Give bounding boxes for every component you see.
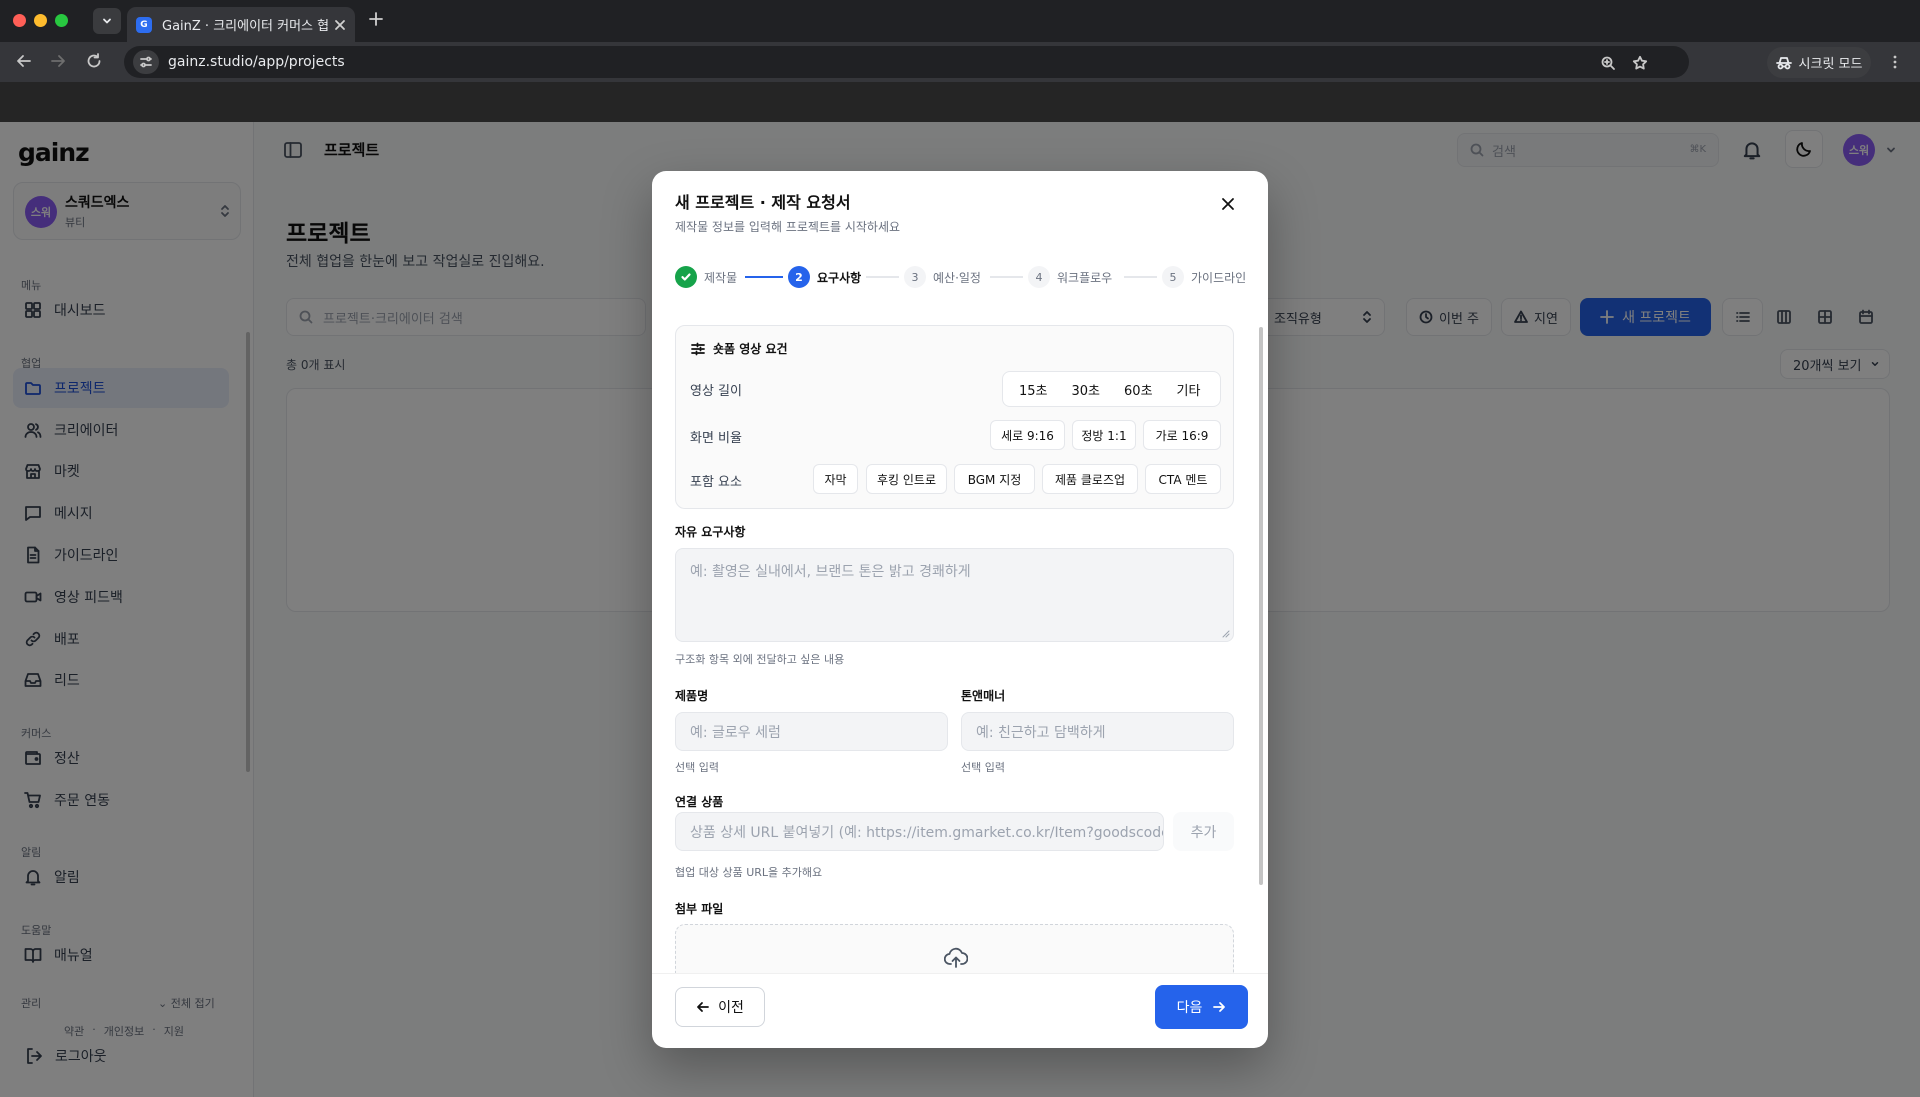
browser-tab-bar: G GainZ · 크리에이터 커머스 협업 O (0, 0, 1920, 42)
back-arrow-icon[interactable] (15, 52, 33, 70)
url-text: gainz.studio/app/projects (168, 54, 345, 70)
close-icon[interactable] (1220, 196, 1236, 212)
element-option-cta[interactable]: CTA 멘트 (1145, 464, 1221, 494)
modal-body: 숏폼 영상 요건 영상 길이 15초 30초 60초 기타 화면 비율 세로 9… (652, 323, 1268, 973)
element-option-hook-intro[interactable]: 후킹 인트로 (866, 464, 947, 494)
tone-placeholder: 예: 친근하고 담백하게 (976, 724, 1106, 741)
length-option-30s[interactable]: 30초 (1060, 380, 1113, 399)
step-4[interactable]: 4 워크플로우 (1028, 266, 1112, 288)
prev-label: 이전 (718, 1000, 744, 1016)
cloud-upload-icon (944, 947, 968, 968)
check-icon (675, 266, 697, 288)
tab-search-dropdown[interactable] (93, 8, 121, 34)
step-number: 4 (1028, 266, 1050, 288)
included-elements-label: 포함 요소 (690, 475, 742, 490)
step-connector (990, 276, 1023, 278)
site-info-icon[interactable] (133, 50, 159, 74)
tone-help: 선택 입력 (961, 761, 1005, 774)
sliders-icon (691, 342, 705, 355)
step-1[interactable]: 제작물 (675, 266, 737, 288)
length-option-60s[interactable]: 60초 (1112, 380, 1165, 399)
step-connector (745, 276, 783, 278)
step-label: 가이드라인 (1191, 270, 1247, 285)
linked-product-url-input[interactable]: 상품 상세 URL 붙여넣기 (예: https://item.gmarket.… (675, 812, 1164, 851)
attachments-label: 첨부 파일 (675, 902, 724, 916)
step-label: 워크플로우 (1057, 270, 1113, 285)
ratio-option-vertical[interactable]: 세로 9:16 (990, 420, 1065, 450)
step-number: 5 (1162, 266, 1184, 288)
new-project-modal: 새 프로젝트 · 제작 요청서 제작물 정보를 입력해 프로젝트를 시작하세요 … (652, 171, 1268, 1048)
product-name-placeholder: 예: 글로우 세럼 (690, 724, 781, 741)
shortform-requirements-box: 숏폼 영상 요건 영상 길이 15초 30초 60초 기타 화면 비율 세로 9… (675, 325, 1234, 509)
incognito-label: 시크릿 모드 (1798, 57, 1863, 72)
free-requirements-label: 자유 요구사항 (675, 525, 746, 539)
step-connector (866, 276, 899, 278)
reload-icon[interactable] (85, 52, 103, 70)
step-3[interactable]: 3 예산·일정 (904, 266, 981, 288)
requirements-title-label: 숏폼 영상 요건 (713, 342, 788, 356)
prev-button[interactable]: 이전 (675, 987, 765, 1027)
tab-title: GainZ · 크리에이터 커머스 협업 O (162, 19, 328, 34)
modal-subtitle: 제작물 정보를 입력해 프로젝트를 시작하세요 (675, 220, 901, 234)
add-linked-product-button[interactable]: 추가 (1173, 812, 1234, 851)
ratio-option-square[interactable]: 정방 1:1 (1072, 420, 1136, 450)
next-button[interactable]: 다음 (1155, 985, 1248, 1029)
free-requirements-help: 구조화 항목 외에 전달하고 싶은 내용 (675, 653, 845, 666)
linked-product-placeholder: 상품 상세 URL 붙여넣기 (예: https://item.gmarket.… (690, 824, 1164, 841)
modal-scrollbar[interactable] (1259, 327, 1263, 885)
browser-tab[interactable]: G GainZ · 크리에이터 커머스 협업 O (127, 7, 355, 42)
free-requirements-placeholder: 예: 촬영은 실내에서, 브랜드 톤은 밝고 경쾌하게 (690, 564, 971, 580)
zoom-icon[interactable] (1600, 55, 1616, 71)
modal-footer: 이전 다음 (652, 973, 1268, 1048)
step-number: 3 (904, 266, 926, 288)
window-zoom-button[interactable] (55, 14, 68, 27)
length-option-15s[interactable]: 15초 (1007, 380, 1060, 399)
resize-grip-icon[interactable] (1222, 630, 1230, 638)
address-bar[interactable]: gainz.studio/app/projects (124, 46, 1689, 78)
video-length-segment: 15초 30초 60초 기타 (1002, 371, 1221, 407)
browser-menu-icon[interactable] (1888, 54, 1902, 70)
ratio-option-horizontal[interactable]: 가로 16:9 (1143, 420, 1221, 450)
product-name-input[interactable]: 예: 글로우 세럼 (675, 712, 948, 751)
step-number: 2 (788, 266, 810, 288)
step-connector (1124, 276, 1157, 278)
add-label: 추가 (1190, 824, 1217, 841)
product-name-help: 선택 입력 (675, 761, 719, 774)
step-label: 요구사항 (817, 270, 862, 285)
window-minimize-button[interactable] (34, 14, 47, 27)
browser-toolbar: gainz.studio/app/projects 시크릿 모드 (0, 42, 1920, 82)
next-label: 다음 (1176, 1000, 1203, 1016)
chevron-down-icon (103, 18, 111, 24)
forward-arrow-icon[interactable] (49, 52, 67, 70)
file-dropzone[interactable] (675, 924, 1234, 973)
step-label: 제작물 (704, 270, 738, 285)
favicon: G (136, 16, 152, 33)
modal-title: 새 프로젝트 · 제작 요청서 (675, 193, 851, 212)
length-option-other[interactable]: 기타 (1165, 380, 1213, 399)
video-length-label: 영상 길이 (690, 384, 742, 399)
linked-product-help: 협업 대상 상품 URL을 추가해요 (675, 866, 823, 879)
tone-input[interactable]: 예: 친근하고 담백하게 (961, 712, 1234, 751)
element-option-subtitle[interactable]: 자막 (813, 464, 858, 494)
product-name-label: 제품명 (675, 689, 709, 703)
close-icon[interactable] (334, 19, 346, 31)
window-close-button[interactable] (13, 14, 26, 27)
tone-label: 톤앤매너 (961, 689, 1006, 703)
stepper: 제작물 2 요구사항 3 예산·일정 4 워크플로우 5 가이드라인 (675, 266, 1246, 288)
incognito-icon (1775, 56, 1792, 69)
step-label: 예산·일정 (933, 270, 981, 285)
step-5[interactable]: 5 가이드라인 (1162, 266, 1246, 288)
free-requirements-textarea[interactable]: 예: 촬영은 실내에서, 브랜드 톤은 밝고 경쾌하게 (675, 548, 1234, 642)
element-option-bgm[interactable]: BGM 지정 (954, 464, 1035, 494)
step-2[interactable]: 2 요구사항 (788, 266, 861, 288)
new-tab-plus-icon[interactable] (368, 11, 384, 27)
element-option-closeup[interactable]: 제품 클로즈업 (1042, 464, 1138, 494)
bookmark-star-icon[interactable] (1632, 55, 1648, 71)
linked-product-label: 연결 상품 (675, 795, 724, 809)
arrow-left-icon (697, 1002, 710, 1012)
aspect-ratio-label: 화면 비율 (690, 431, 742, 446)
arrow-right-icon (1213, 1002, 1226, 1012)
incognito-badge[interactable]: 시크릿 모드 (1767, 47, 1871, 78)
requirements-title: 숏폼 영상 요건 (691, 340, 788, 357)
